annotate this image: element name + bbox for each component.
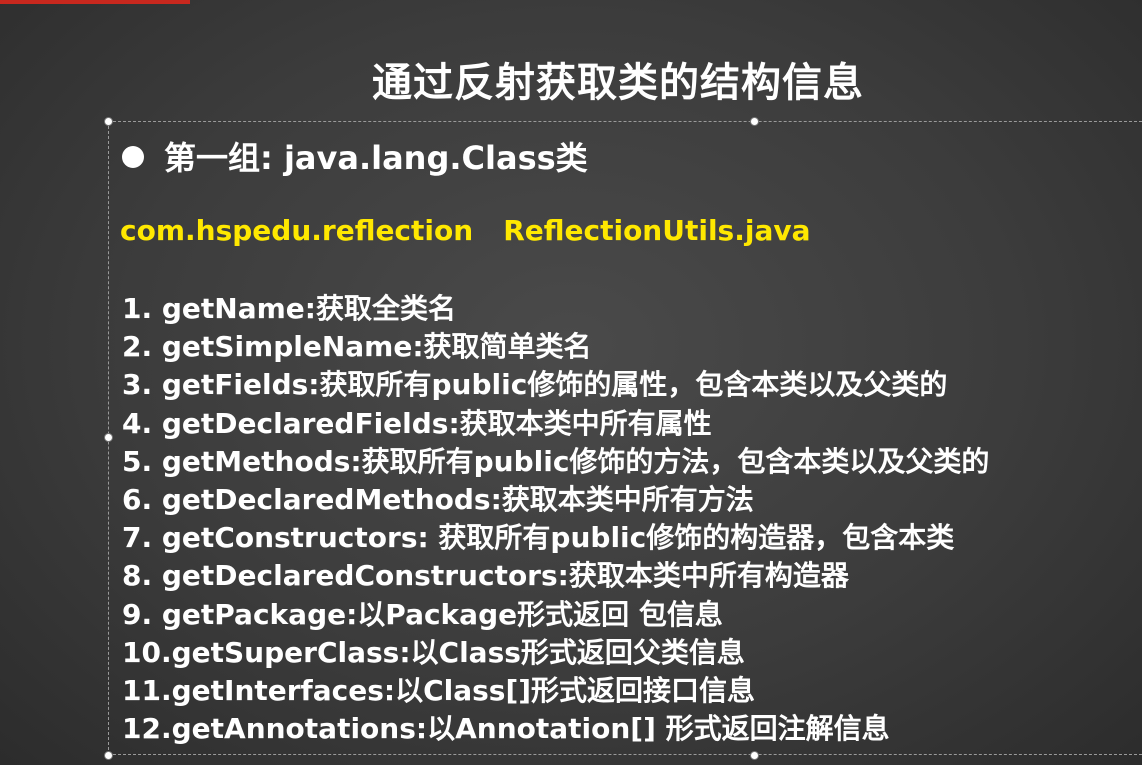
bullet-icon xyxy=(122,146,144,168)
list-item: 2. getSimpleName:获取简单类名 xyxy=(122,330,592,364)
list-item: 9. getPackage:以Package形式返回 包信息 xyxy=(122,597,723,631)
list-item: 3. getFields:获取所有public修饰的属性，包含本类以及父类的 xyxy=(122,368,948,402)
list-item: 1. getName:获取全类名 xyxy=(122,292,456,325)
list-item: 7. getConstructors: 获取所有public修饰的构造器，包含本… xyxy=(122,521,955,555)
accent-bar xyxy=(0,0,190,4)
list-item: 4. getDeclaredFields:获取本类中所有属性 xyxy=(122,406,712,440)
resize-handle-top-left[interactable] xyxy=(104,117,113,126)
resize-handle-bottom-left[interactable] xyxy=(104,751,113,760)
group-heading-text: 第一组: java.lang.Class类 xyxy=(164,139,588,177)
source-location: com.hspedu.reflection ReflectionUtils.jav… xyxy=(120,214,811,247)
resize-handle-middle-left[interactable] xyxy=(104,433,113,442)
file-name: ReflectionUtils.java xyxy=(503,214,811,247)
resize-handle-top-center[interactable] xyxy=(750,117,759,126)
slide-canvas: 通过反射获取类的结构信息 第一组: java.lang.Class类 com.h… xyxy=(0,0,1142,765)
list-item: 10.getSuperClass:以Class形式返回父类信息 xyxy=(122,635,745,669)
list-item: 12.getAnnotations:以Annotation[] 形式返回注解信息 xyxy=(122,712,890,746)
list-item: 6. getDeclaredMethods:获取本类中所有方法 xyxy=(122,483,754,517)
resize-handle-bottom-center[interactable] xyxy=(750,751,759,760)
list-item: 5. getMethods:获取所有public修饰的方法，包含本类以及父类的 xyxy=(122,444,990,478)
slide-title: 通过反射获取类的结构信息 xyxy=(372,60,864,106)
list-item: 11.getInterfaces:以Class[]形式返回接口信息 xyxy=(122,674,756,708)
group-heading: 第一组: java.lang.Class类 xyxy=(122,133,588,179)
package-path: com.hspedu.reflection xyxy=(120,214,474,247)
method-list: 1. getName:获取全类名 2. getSimpleName:获取简单类名… xyxy=(122,290,989,748)
list-item: 8. getDeclaredConstructors:获取本类中所有构造器 xyxy=(122,559,849,593)
